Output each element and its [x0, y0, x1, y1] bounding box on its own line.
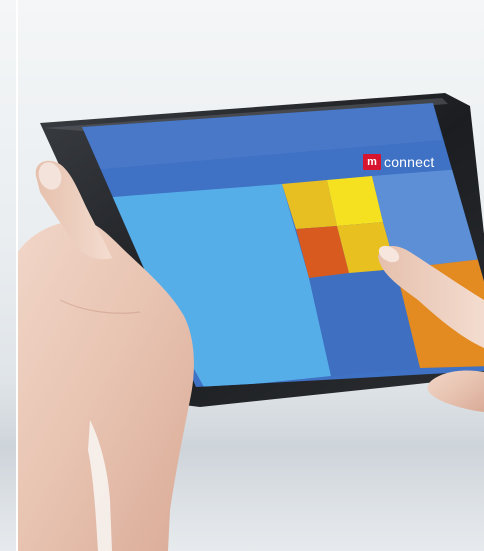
brand-name: connect — [384, 154, 435, 170]
left-frame-line — [16, 0, 18, 551]
photo-scene: m connect — [0, 0, 484, 551]
brand-logo: m connect — [363, 152, 434, 172]
brand-mark-icon: m — [363, 154, 381, 170]
tablet-illustration — [16, 93, 484, 551]
